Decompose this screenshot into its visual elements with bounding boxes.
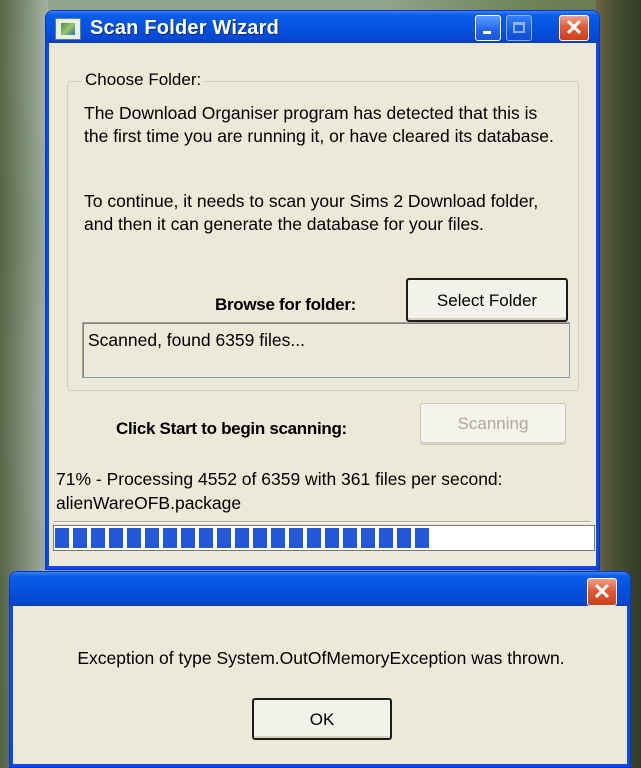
- browse-label: Browse for folder:: [215, 295, 357, 314]
- progress-bar: [53, 525, 595, 551]
- window-title: Scan Folder Wizard: [90, 17, 280, 39]
- group-label: Choose Folder:: [83, 70, 204, 90]
- close-icon: ✕: [592, 579, 612, 604]
- minimize-button[interactable]: [475, 15, 501, 41]
- choose-folder-group: Choose Folder: The Download Organiser pr…: [67, 70, 579, 391]
- progress-status: 71% - Processing 4552 of 6359 with 361 f…: [56, 467, 503, 515]
- progress-line: 71% - Processing 4552 of 6359 with 361 f…: [56, 469, 503, 489]
- scan-status-text: Scanned, found 6359 files...: [88, 330, 305, 350]
- error-dialog: ✕ Exception of type System.OutOfMemoryEx…: [9, 571, 631, 768]
- intro-paragraph: The Download Organiser program has detec…: [84, 103, 554, 146]
- scan-folder-wizard-window: Scan Folder Wizard ✕ Choose Folder: The …: [45, 10, 600, 570]
- select-folder-button[interactable]: Select Folder: [406, 278, 568, 322]
- error-message: Exception of type System.OutOfMemoryExce…: [77, 648, 565, 668]
- scanning-button[interactable]: Scanning: [420, 403, 566, 445]
- scan-status-box: Scanned, found 6359 files...: [82, 322, 570, 378]
- close-icon: ✕: [564, 15, 584, 40]
- divider: [54, 521, 591, 523]
- start-scanning-label: Click Start to begin scanning:: [116, 419, 347, 438]
- instructions-paragraph: To continue, it needs to scan your Sims …: [84, 191, 539, 234]
- progress-fill: [55, 528, 429, 548]
- close-button[interactable]: ✕: [559, 15, 589, 41]
- ok-button[interactable]: OK: [252, 698, 392, 740]
- app-icon: [55, 18, 81, 40]
- window-titlebar[interactable]: Scan Folder Wizard ✕: [46, 11, 599, 43]
- dialog-close-button[interactable]: ✕: [587, 578, 617, 606]
- dialog-titlebar[interactable]: ✕: [10, 572, 630, 606]
- maximize-button[interactable]: [506, 15, 532, 41]
- current-file: alienWareOFB.package: [56, 493, 242, 513]
